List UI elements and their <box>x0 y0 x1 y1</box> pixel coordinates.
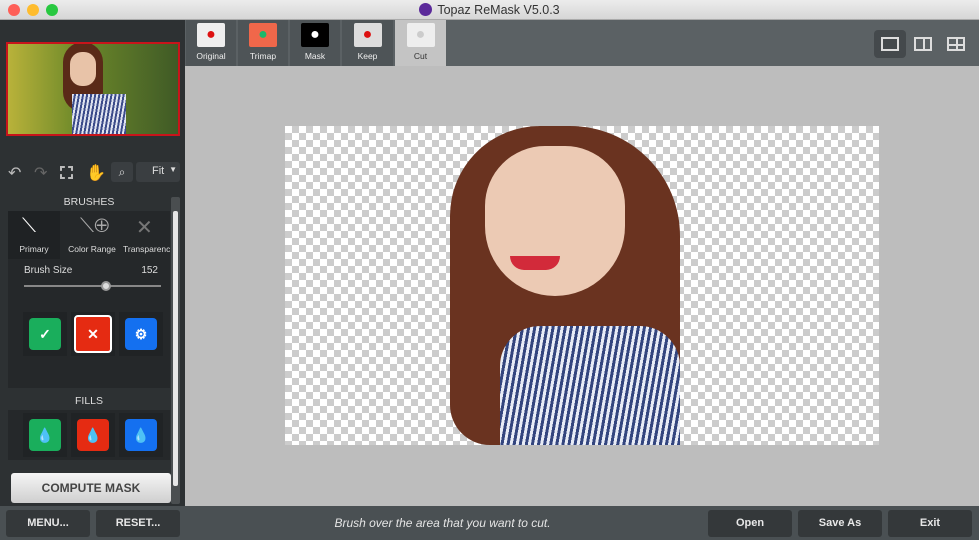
transparency-brush-icon: ✕ <box>136 217 153 239</box>
subject-face <box>485 146 625 296</box>
brush-size-label: Brush Size <box>24 265 73 276</box>
brushes-heading: BRUSHES <box>63 196 115 208</box>
compute-fill-icon: 💧 <box>125 419 157 451</box>
tab-keep[interactable]: ● Keep <box>342 20 393 66</box>
navigator-thumbnail[interactable] <box>6 42 180 136</box>
tab-label: Original <box>196 51 226 61</box>
apple-keep-icon: ● <box>353 23 382 47</box>
brush-size-value: 152 <box>141 265 158 276</box>
tab-original[interactable]: ● Original <box>186 20 236 66</box>
scrollbar-thumb[interactable] <box>173 211 178 486</box>
tab-label: Color Range <box>68 244 116 254</box>
title-bar: Topaz ReMask V5.0.3 <box>0 0 979 20</box>
menu-button[interactable]: MENU... <box>6 510 90 537</box>
left-panel-scrollbar[interactable] <box>171 197 180 504</box>
compute-mask-button[interactable]: COMPUTE MASK <box>11 473 171 503</box>
reset-button[interactable]: RESET... <box>96 510 180 537</box>
cut-brush-button[interactable]: ✕ <box>71 312 115 356</box>
undo-icon[interactable]: ↶ <box>8 163 21 183</box>
apple-mask-icon: ● <box>301 23 329 47</box>
cut-fill-icon: 💧 <box>77 419 109 451</box>
redo-icon[interactable]: ↷ <box>34 163 47 183</box>
keep-fill-button[interactable]: 💧 <box>23 413 67 457</box>
single-view-icon <box>881 37 899 51</box>
fills-heading: FILLS <box>74 395 103 407</box>
tab-cut[interactable]: ● Cut <box>395 20 446 66</box>
window-title: Topaz ReMask V5.0.3 <box>0 3 979 17</box>
compute-brush-button[interactable]: ⚙ <box>119 312 163 356</box>
topaz-logo-icon <box>419 3 433 16</box>
quad-view-button[interactable] <box>940 30 972 58</box>
keep-fill-icon: 💧 <box>29 419 61 451</box>
split-view-icon <box>914 37 932 51</box>
tab-label: Cut <box>413 51 428 61</box>
subject-shirt <box>500 326 680 445</box>
tab-color-range[interactable]: ⟍⊕ Color Range <box>64 211 120 259</box>
title-text: Topaz ReMask V5.0.3 <box>437 3 560 17</box>
keep-brush-icon: ✓ <box>29 318 61 350</box>
apple-cut-icon: ● <box>406 23 435 47</box>
zoom-icon[interactable]: ⌕ <box>111 162 133 182</box>
tab-label: Trimap <box>249 51 277 61</box>
cut-fill-button[interactable]: 💧 <box>71 413 115 457</box>
apple-original-icon: ● <box>197 23 225 47</box>
selection-icon[interactable] <box>60 166 73 179</box>
compute-brush-icon: ⚙ <box>125 318 157 350</box>
chevron-down-icon: ▼ <box>169 165 177 174</box>
tab-trimap[interactable]: ● Trimap <box>238 20 288 66</box>
brush-icon: ⟍ <box>22 215 36 237</box>
tab-mask[interactable]: ● Mask <box>290 20 340 66</box>
quad-view-icon <box>947 37 965 51</box>
tab-label: Keep <box>357 51 378 61</box>
status-text: Brush over the area that you want to cut… <box>334 516 551 530</box>
zoom-value: Fit <box>152 165 165 177</box>
tab-label: Transparency <box>123 244 170 254</box>
color-range-brush-icon: ⟍⊕ <box>80 215 110 237</box>
compute-fill-button[interactable]: 💧 <box>119 413 163 457</box>
cut-brush-icon: ✕ <box>74 315 112 353</box>
keep-brush-button[interactable]: ✓ <box>23 312 67 356</box>
apple-trimap-icon: ● <box>249 23 277 47</box>
tab-transparency[interactable]: ✕ Transparency <box>120 211 170 259</box>
tab-label: Mask <box>304 51 326 61</box>
open-button[interactable]: Open <box>708 510 792 537</box>
exit-button[interactable]: Exit <box>888 510 972 537</box>
brush-size-slider[interactable] <box>24 285 161 287</box>
tab-primary[interactable]: ⟍ Primary <box>8 211 60 259</box>
subject-smile <box>510 256 560 270</box>
split-view-button[interactable] <box>907 30 939 58</box>
cut-preview-image[interactable] <box>285 126 879 445</box>
hand-icon[interactable]: ✋ <box>86 163 106 183</box>
zoom-select[interactable]: Fit ▼ <box>136 162 180 182</box>
tab-label: Primary <box>19 244 49 254</box>
save-as-button[interactable]: Save As <box>798 510 882 537</box>
single-view-button[interactable] <box>874 30 906 58</box>
